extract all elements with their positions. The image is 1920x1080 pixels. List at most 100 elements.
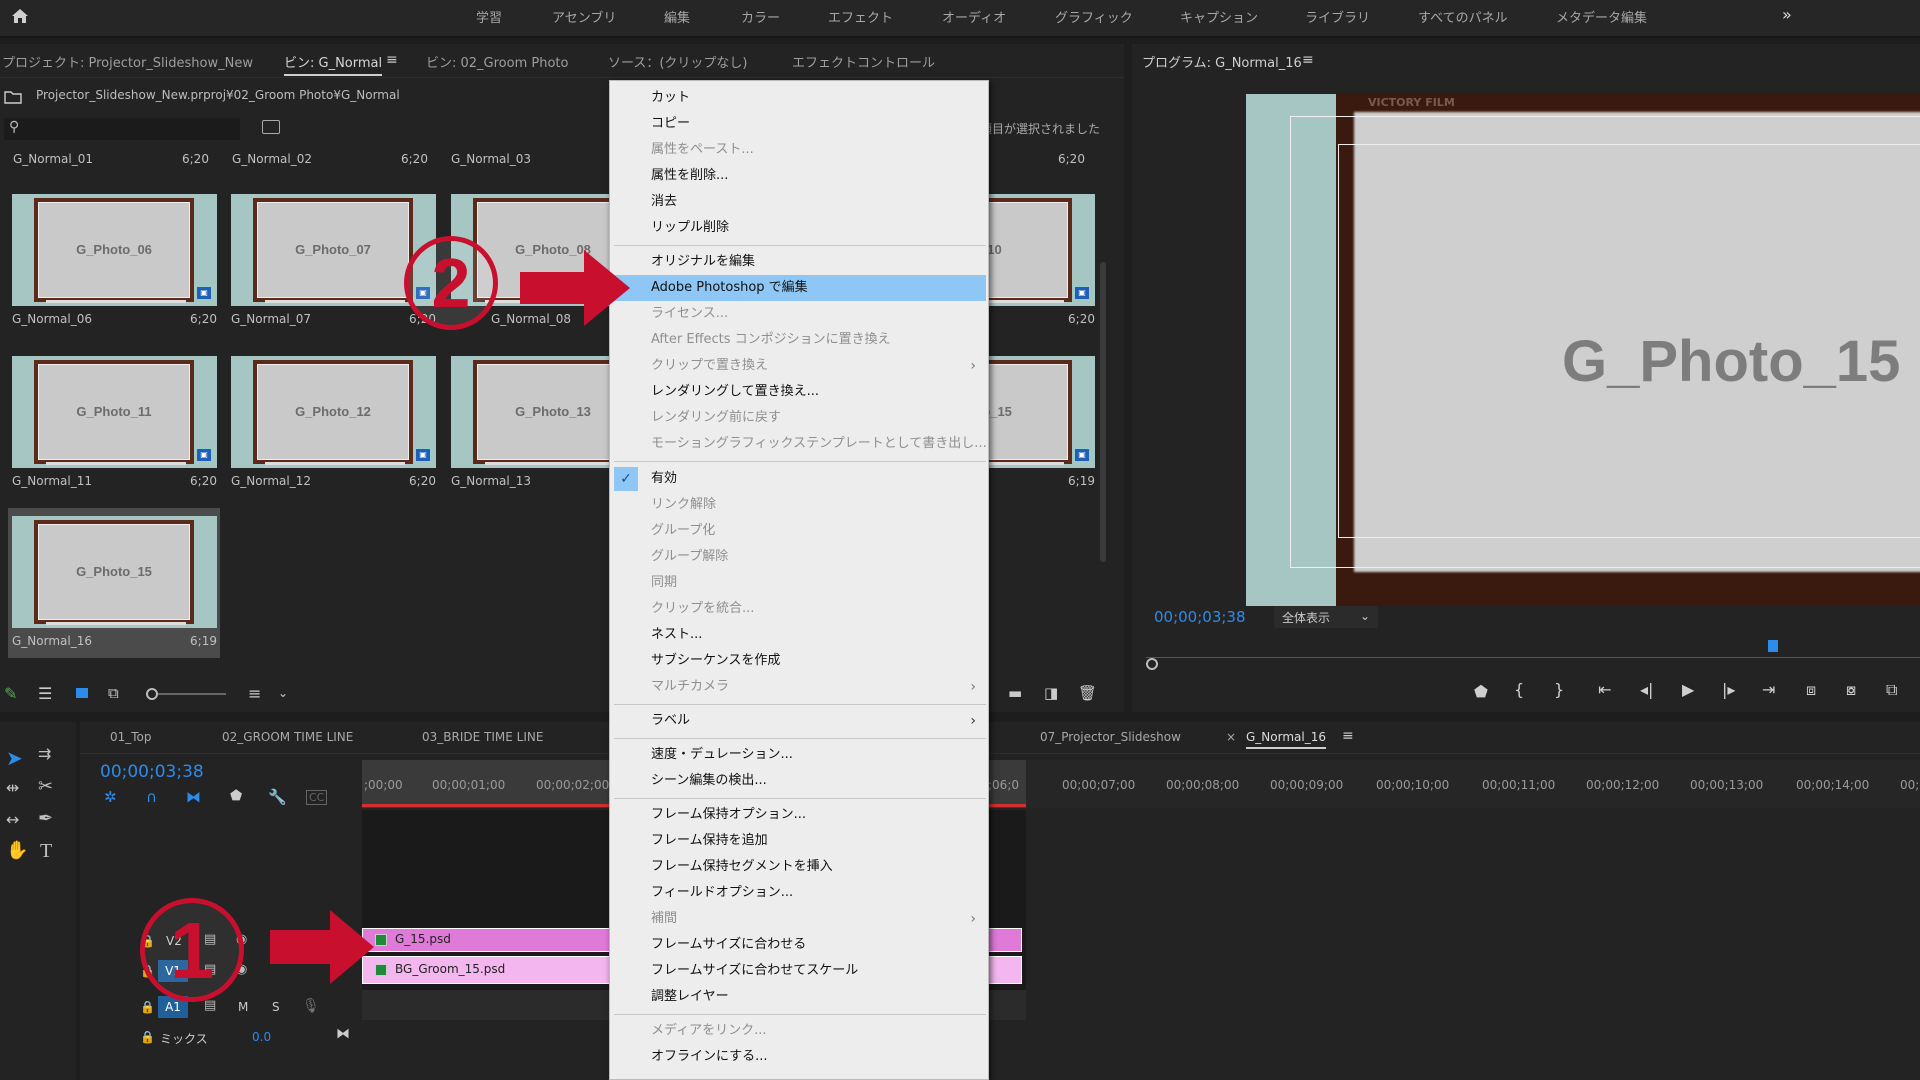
scroll-handle[interactable] xyxy=(1146,658,1158,670)
mute-button[interactable]: M xyxy=(238,1000,248,1014)
sort-icon[interactable]: ≡ xyxy=(248,684,261,703)
menu-item-link-media[interactable]: メディアをリンク... xyxy=(610,1018,990,1044)
new-bin-icon[interactable]: ▬ xyxy=(1008,684,1022,702)
zoom-dropdown[interactable]: 全体表示 ⌄ xyxy=(1274,606,1378,628)
clip-thumbnail[interactable]: G_Photo_12 ▣ G_Normal_12 6;20 xyxy=(231,356,436,506)
extract-icon[interactable]: ⧇ xyxy=(1846,680,1856,700)
menu-item-field-options[interactable]: フィールドオプション... xyxy=(610,880,990,906)
clip-thumbnail[interactable]: G_Photo_11 ▣ G_Normal_11 6;20 xyxy=(12,356,217,506)
trash-icon[interactable]: 🗑 xyxy=(1078,684,1097,702)
menu-item-scene-edit-detection[interactable]: シーン編集の検出... xyxy=(610,768,990,794)
list-view-icon[interactable]: ☰ xyxy=(38,684,52,703)
menu-item-merge-clips[interactable]: クリップを統合... xyxy=(610,596,990,622)
menu-item-label[interactable]: ラベル › xyxy=(610,708,990,734)
razor-tool-icon[interactable]: ✂ xyxy=(38,776,53,797)
hand-tool-icon[interactable]: ✋ xyxy=(6,840,28,861)
add-marker-icon[interactable]: ⬟ xyxy=(1474,682,1488,701)
new-item-icon[interactable]: ◨ xyxy=(1044,684,1058,702)
menu-item-replace-with-clip[interactable]: クリップで置き換え › xyxy=(610,353,990,379)
icon-view-icon[interactable] xyxy=(76,688,88,698)
workspace-tab[interactable]: メタデータ編集 xyxy=(1556,7,1647,26)
zoom-slider-handle[interactable] xyxy=(146,688,158,700)
panel-menu-icon[interactable]: ≡ xyxy=(1302,52,1314,68)
menu-item-ungroup[interactable]: グループ解除 xyxy=(610,544,990,570)
clip-thumbnail[interactable]: G_Photo_06 ▣ G_Normal_06 6;20 xyxy=(12,194,217,344)
menu-item-multi-camera[interactable]: マルチカメラ › xyxy=(610,674,990,700)
program-frame[interactable]: VICTORY FILM G_Photo_15 xyxy=(1246,94,1920,606)
menu-item-export-mogrt[interactable]: モーショングラフィックステンプレートとして書き出し... xyxy=(610,431,990,457)
mix-value[interactable]: 0.0 xyxy=(252,1030,271,1044)
workspace-tab[interactable]: オーディオ xyxy=(942,7,1006,26)
tab-bin-g-normal[interactable]: ビン: G_Normal xyxy=(284,52,383,76)
menu-item-nest[interactable]: ネスト... xyxy=(610,622,990,648)
program-monitor-title[interactable]: プログラム: G_Normal_16 xyxy=(1142,52,1302,71)
menu-item-copy[interactable]: コピー xyxy=(610,111,990,137)
tab-project[interactable]: プロジェクト: Projector_Slideshow_New xyxy=(2,52,253,71)
menu-item-synchronize[interactable]: 同期 xyxy=(610,570,990,596)
menu-item-frame-hold-options[interactable]: フレーム保持オプション... xyxy=(610,802,990,828)
menu-item-adjustment-layer[interactable]: 調整レイヤー xyxy=(610,984,990,1010)
menu-item-speed-duration[interactable]: 速度・デュレーション... xyxy=(610,742,990,768)
slip-tool-icon[interactable]: ↔ xyxy=(6,810,19,829)
track-select-tool-icon[interactable]: ⇉ xyxy=(38,744,51,763)
step-forward-icon[interactable]: |▸ xyxy=(1722,680,1735,699)
tab-sequence[interactable]: 03_BRIDE TIME LINE xyxy=(422,730,543,744)
type-tool-icon[interactable]: T xyxy=(40,840,52,863)
menu-item-cut[interactable]: カット xyxy=(610,85,990,111)
workspace-tab[interactable]: アセンブリ xyxy=(552,7,616,26)
menu-item-license[interactable]: ライセンス... xyxy=(610,301,990,327)
tab-bin-groom-photo[interactable]: ビン: 02_Groom Photo xyxy=(426,52,568,71)
menu-item-set-to-frame-size[interactable]: フレームサイズに合わせる xyxy=(610,932,990,958)
program-time-ruler[interactable] xyxy=(1146,638,1920,658)
clip-thumbnail[interactable]: G_Photo_15 G_Normal_16 6;19 xyxy=(12,516,217,660)
pencil-icon[interactable]: ✎ xyxy=(4,684,17,703)
play-icon[interactable]: ▶ xyxy=(1682,680,1694,699)
tab-sequence[interactable]: 02_GROOM TIME LINE xyxy=(222,730,353,744)
menu-item-insert-frame-hold[interactable]: フレーム保持セグメントを挿入 xyxy=(610,854,990,880)
menu-item-make-offline[interactable]: オフラインにする... xyxy=(610,1044,990,1070)
menu-item-add-frame-hold[interactable]: フレーム保持を追加 xyxy=(610,828,990,854)
program-timecode[interactable]: 00;00;03;38 xyxy=(1154,608,1246,626)
tab-source[interactable]: ソース：(クリップなし) xyxy=(608,52,748,71)
mark-in-icon[interactable]: { xyxy=(1514,680,1524,699)
menu-item-replace-ae-comp[interactable]: After Effects コンポジションに置き換え xyxy=(610,327,990,353)
menu-item-ripple-delete[interactable]: リップル削除 xyxy=(610,215,990,241)
zoom-slider-track[interactable] xyxy=(158,693,226,695)
project-scrollbar[interactable] xyxy=(1100,262,1106,562)
captions-icon[interactable]: CC xyxy=(306,790,328,805)
menu-item-restore-unrendered[interactable]: レンダリング前に戻す xyxy=(610,405,990,431)
wrench-icon[interactable]: 🔧 xyxy=(268,788,287,806)
lock-icon[interactable]: 🔒 xyxy=(140,1030,155,1044)
linked-selection-icon[interactable]: ⧓ xyxy=(186,788,201,806)
freeform-view-icon[interactable]: ⧉ xyxy=(108,684,119,702)
workspace-tab[interactable]: カラー xyxy=(741,7,780,26)
more-workspaces-icon[interactable]: » xyxy=(1782,5,1792,24)
solo-button[interactable]: S xyxy=(272,1000,280,1014)
menu-item-unlink[interactable]: リンク解除 xyxy=(610,492,990,518)
workspace-tab[interactable]: すべてのパネル xyxy=(1418,7,1508,26)
menu-item-edit-in-photoshop[interactable]: Adobe Photoshop で編集 xyxy=(614,275,986,301)
workspace-tab[interactable]: ライブラリ xyxy=(1305,7,1370,26)
workspace-tab[interactable]: 編集 xyxy=(664,7,690,26)
step-back-icon[interactable]: ◂| xyxy=(1640,680,1653,699)
menu-item-edit-original[interactable]: オリジナルを編集 xyxy=(610,249,990,275)
go-to-in-icon[interactable]: ⇤ xyxy=(1598,680,1611,699)
new-search-bin-icon[interactable] xyxy=(262,120,280,134)
tab-sequence[interactable]: 01_Top xyxy=(110,730,152,744)
menu-item-group[interactable]: グループ化 xyxy=(610,518,990,544)
close-icon[interactable]: × xyxy=(1226,730,1236,744)
menu-item-interpolation[interactable]: 補間 › xyxy=(610,906,990,932)
microphone-icon[interactable]: 🎙 xyxy=(302,998,320,1014)
panel-menu-icon[interactable]: ≡ xyxy=(1342,728,1354,744)
workspace-tab[interactable]: エフェクト xyxy=(828,7,893,26)
workspace-tab[interactable]: グラフィック xyxy=(1055,7,1133,26)
pen-tool-icon[interactable]: ✒ xyxy=(38,808,53,829)
home-icon[interactable] xyxy=(10,6,30,26)
go-to-out-icon[interactable]: ⇥ xyxy=(1762,680,1775,699)
menu-item-clear[interactable]: 消去 xyxy=(610,189,990,215)
ripple-edit-tool-icon[interactable]: ⇹ xyxy=(6,778,19,797)
menu-item-enable[interactable]: 有効 xyxy=(610,466,990,492)
chevron-down-icon[interactable]: ⌄ xyxy=(278,686,288,700)
menu-item-render-and-replace[interactable]: レンダリングして置き換え... xyxy=(610,379,990,405)
panel-menu-icon[interactable]: ≡ xyxy=(386,52,398,68)
